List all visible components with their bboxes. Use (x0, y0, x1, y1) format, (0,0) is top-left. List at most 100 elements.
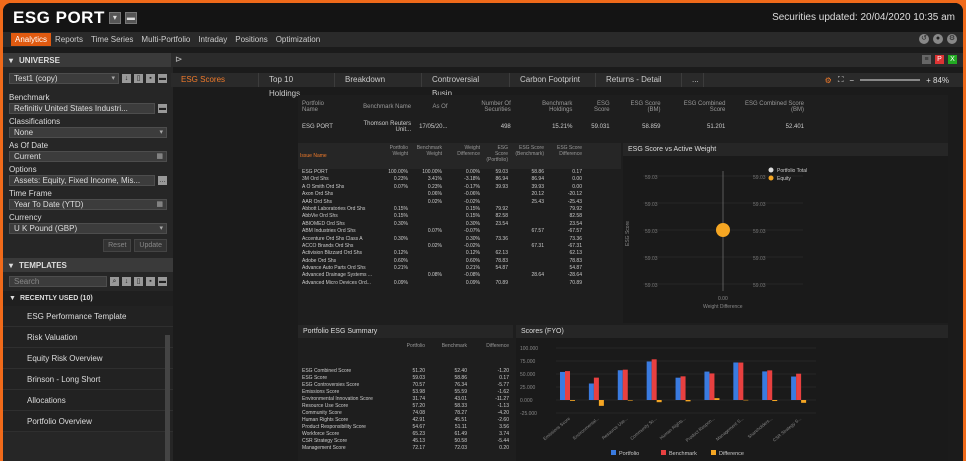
search-icon[interactable]: ⌕ (110, 277, 119, 286)
reset-button[interactable]: Reset (103, 239, 132, 252)
table-row[interactable]: Advanced Micro Devices Ord... 0.09% 0.09% 7… (298, 280, 621, 287)
bar-benchmark[interactable] (651, 359, 657, 400)
table-row[interactable]: ACCO Brands Ord Shs 0.02% -0.02% 67.31 -67.3… (298, 243, 621, 250)
menu-time-series[interactable]: Time Series (87, 33, 137, 46)
tab-more[interactable]: ... (682, 73, 704, 87)
template-item[interactable]: Allocations (3, 390, 173, 411)
bar-benchmark[interactable] (593, 377, 599, 400)
bar-difference[interactable] (714, 398, 720, 400)
menu-reports[interactable]: Reports (51, 33, 87, 46)
menu-analytics[interactable]: Analytics (11, 33, 52, 46)
history-icon[interactable]: ↺ (919, 34, 929, 44)
bar-difference[interactable] (772, 400, 778, 402)
tab-controversial[interactable]: Controversial Busin... (422, 73, 510, 98)
chevron-down-icon[interactable]: ▾ (108, 11, 121, 24)
bar-portfolio[interactable] (762, 371, 768, 400)
folder-icon[interactable]: ▬ (158, 104, 167, 113)
bar-benchmark[interactable] (709, 373, 715, 400)
bar-benchmark[interactable] (796, 373, 802, 400)
menu-optimization[interactable]: Optimization (272, 33, 324, 46)
calendar-icon[interactable]: ▦ (156, 200, 163, 209)
template-item[interactable]: ESG Performance Template (3, 306, 173, 327)
bar-portfolio[interactable] (675, 377, 681, 400)
list-icon[interactable]: ≡ (922, 55, 931, 64)
menu-multi-portfolio[interactable]: Multi-Portfolio (137, 33, 194, 46)
bar-difference[interactable] (685, 400, 691, 402)
timeframe-field[interactable]: Year To Date (YTD) ▦ (9, 199, 167, 210)
bar-portfolio[interactable] (588, 383, 594, 400)
currency-select[interactable]: U K Pound (GBP) ▾ (9, 223, 167, 234)
tab-top10[interactable]: Top 10 Holdings (259, 73, 335, 98)
benchmark-field[interactable]: Refinitiv United States Industri... (9, 103, 155, 114)
bar-portfolio[interactable] (617, 370, 623, 400)
pdf-icon[interactable]: P (935, 55, 944, 64)
template-item[interactable]: Brinson - Long Short (3, 369, 173, 390)
bar-benchmark[interactable] (767, 370, 773, 400)
templates-header[interactable]: ▾ TEMPLATES (3, 258, 173, 272)
tab-breakdown[interactable]: Breakdown (335, 73, 422, 87)
table-row[interactable]: Advance Auto Parts Ord Shs 0.21% 0.21% 54.8… (298, 265, 621, 272)
table-row[interactable]: Adobe Ord Shs 0.60% 0.60% 78.83 78.83 (298, 258, 621, 265)
save-icon[interactable]: ▪ (146, 277, 155, 286)
table-row[interactable]: AAR Ord Shs 0.02% -0.02% 25.43 -25.43 (298, 199, 621, 206)
update-button[interactable]: Update (134, 239, 167, 252)
download-icon[interactable]: ↓ (122, 74, 131, 83)
table-row[interactable]: ESG PORT 100.00% 100.00% 0.00% 59.03 58.86 0.1… (298, 169, 621, 176)
bar-portfolio[interactable] (560, 371, 565, 400)
scrollbar[interactable] (165, 335, 170, 461)
tab-returns[interactable]: Returns - Detail (596, 73, 682, 87)
table-row[interactable]: Axon Ord Shs 0.06% -0.06% 20.12 -20.12 (298, 191, 621, 198)
table-row[interactable]: Abbott Laboratories Ord Shs 0.15% 0.15% 79.… (298, 206, 621, 213)
save-icon[interactable]: ▪ (146, 74, 155, 83)
bar-benchmark[interactable] (680, 376, 686, 400)
expand-icon[interactable]: ⛶ (838, 75, 844, 85)
tab-esg-scores[interactable]: ESG Scores (171, 73, 259, 87)
bar-portfolio[interactable] (646, 361, 652, 400)
calendar-icon[interactable]: ▦ (156, 152, 163, 161)
asof-field[interactable]: Current ▦ (9, 151, 167, 162)
table-row[interactable]: ABIOMED Ord Shs 0.30% 0.30% 23.54 23.54 (298, 221, 621, 228)
bar-difference[interactable] (598, 400, 604, 406)
bar-difference[interactable] (570, 400, 575, 401)
zoom-out-icon[interactable]: − (849, 76, 854, 85)
template-item[interactable]: Equity Risk Overview (3, 348, 173, 369)
settings-icon[interactable]: ⚙ (825, 76, 832, 85)
folder-icon[interactable]: ▬ (158, 74, 167, 83)
bar-benchmark[interactable] (738, 362, 744, 400)
folder-icon[interactable]: ▬ (124, 11, 137, 24)
table-row[interactable]: 3M Ord Shs 0.23% 3.41% -3.18% 86.94 86.94 0.00 (298, 176, 621, 183)
scatter-point[interactable] (716, 223, 730, 237)
table-row[interactable]: AbbVie Ord Shs 0.15% 0.15% 82.58 82.58 (298, 213, 621, 220)
document-icon[interactable]: ▯ (134, 74, 143, 83)
menu-positions[interactable]: Positions (231, 33, 271, 46)
chat-icon[interactable]: ● (933, 34, 943, 44)
recently-used-header[interactable]: ▼ RECENTLY USED (10) (3, 291, 173, 306)
bar-difference[interactable] (656, 400, 662, 403)
collapse-icon[interactable]: ⊳ (175, 54, 183, 65)
options-field[interactable]: Assets: Equity, Fixed Income, Mis... (9, 175, 155, 186)
table-row[interactable]: Accenture Ord Shs Class A 0.30% 0.30% 73.36… (298, 236, 621, 243)
template-item[interactable]: Portfolio Overview (3, 411, 173, 432)
gear-icon[interactable]: ⚙ (947, 34, 957, 44)
classifications-select[interactable]: None ▾ (9, 127, 167, 138)
col-header[interactable]: Issue Name (298, 143, 376, 169)
bar-portfolio[interactable] (704, 371, 710, 400)
bar-difference[interactable] (743, 399, 749, 401)
menu-intraday[interactable]: Intraday (194, 33, 231, 46)
table-row[interactable]: ABM Industries Ord Shs 0.07% -0.07% 67.57 -6… (298, 228, 621, 235)
bar-benchmark[interactable] (622, 369, 628, 400)
bar-difference[interactable] (627, 400, 633, 401)
bar-difference[interactable] (801, 400, 807, 403)
bar-portfolio[interactable] (733, 362, 739, 400)
document-icon[interactable]: ▯ (134, 277, 143, 286)
table-row[interactable]: Advanced Drainage Systems ... 0.08% -0.08%… (298, 272, 621, 279)
tab-carbon[interactable]: Carbon Footprint (510, 73, 596, 87)
table-row[interactable]: Activision Blizzard Ord Shs 0.12% 0.12% 62.… (298, 250, 621, 257)
universe-header[interactable]: ▾ UNIVERSE (3, 53, 173, 67)
bar-portfolio[interactable] (791, 376, 797, 400)
folder-icon[interactable]: ▬ (158, 277, 167, 286)
portfolio-select[interactable]: Test1 (copy) ▾ (9, 73, 119, 84)
template-item[interactable]: Risk Valuation (3, 327, 173, 348)
zoom-slider[interactable] (860, 79, 921, 81)
download-icon[interactable]: ↓ (122, 277, 131, 286)
